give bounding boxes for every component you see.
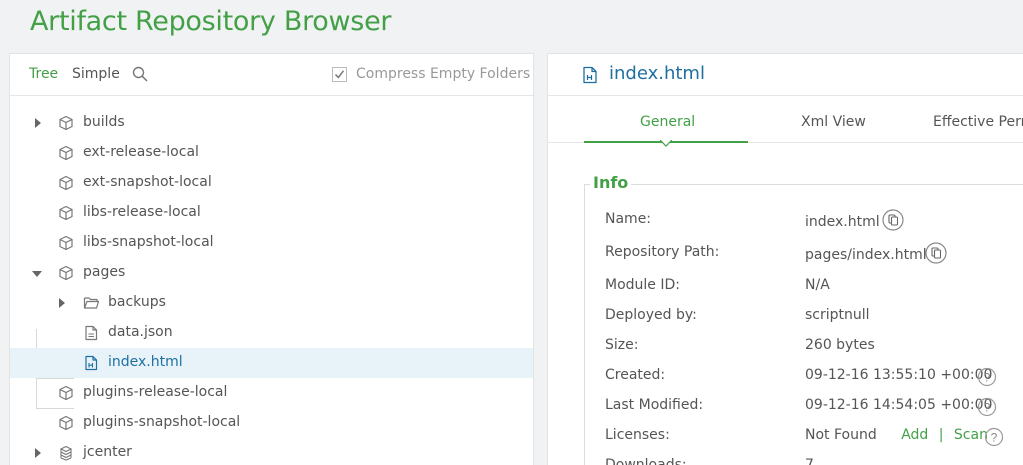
package-icon (58, 385, 74, 401)
last-modified-value: 09-12-16 14:54:05 +00:00 (805, 397, 993, 413)
package-icon (58, 235, 74, 251)
license-link-separator: | (938, 427, 944, 443)
package-icon (58, 265, 74, 281)
licenses-status: Not Found (805, 427, 877, 443)
tree-item-label: ext-snapshot-local (83, 174, 212, 190)
tree-view-toggle[interactable]: Tree (29, 66, 58, 82)
collapse-arrow-icon[interactable] (31, 267, 43, 279)
copy-name-icon[interactable] (882, 209, 904, 231)
package-icon (58, 415, 74, 431)
deployed-by-label: Deployed by: (605, 307, 697, 323)
page-title: Artifact Repository Browser (30, 6, 392, 37)
tree-item-builds[interactable]: builds (10, 108, 533, 138)
tree-toolbar: Tree Simple Compress Empty Folders (10, 54, 533, 96)
tree-item-plugins-release-local[interactable]: plugins-release-local (10, 378, 533, 408)
active-tab-caret (660, 140, 672, 147)
artifact-detail-panel: index.html General Xml View Effective Pe… (547, 53, 1023, 465)
tree-item-label: ext-release-local (83, 144, 199, 160)
svg-text:?: ? (991, 431, 998, 445)
created-value: 09-12-16 13:55:10 +00:00 (805, 367, 993, 383)
downloads-label: Downloads: (605, 457, 687, 465)
created-label: Created: (605, 367, 666, 383)
licenses-value: Not Found Add | Scan (805, 427, 988, 443)
tree-item-label: jcenter (83, 444, 132, 460)
tree-item-ext-release-local[interactable]: ext-release-local (10, 138, 533, 168)
expand-arrow-icon[interactable] (33, 447, 43, 459)
tree-item-libs-snapshot-local[interactable]: libs-snapshot-local (10, 228, 533, 258)
package-icon (58, 145, 74, 161)
tab-effective-permissions[interactable]: Effective Perm (933, 114, 1023, 130)
size-value: 260 bytes (805, 337, 875, 353)
tree-item-label: plugins-release-local (83, 384, 228, 400)
repository-tree-panel: Tree Simple Compress Empty Folders build… (9, 53, 534, 465)
detail-tabs: General Xml View Effective Perm (548, 96, 1023, 147)
package-icon (58, 175, 74, 191)
last-modified-label: Last Modified: (605, 397, 704, 413)
add-license-link[interactable]: Add (901, 427, 928, 443)
tab-general[interactable]: General (640, 114, 695, 130)
info-section-title: Info (590, 173, 632, 192)
tree-item-label: data.json (108, 324, 173, 340)
help-icon[interactable]: ? (977, 397, 997, 417)
tree-item-pages[interactable]: pages (10, 258, 533, 288)
compress-empty-folders-checkbox[interactable] (332, 67, 347, 82)
downloads-value: 7 (805, 457, 814, 465)
help-icon[interactable]: ? (984, 427, 1004, 447)
repository-path-label: Repository Path: (605, 244, 720, 260)
simple-view-toggle[interactable]: Simple (72, 66, 120, 82)
copy-path-icon[interactable] (925, 242, 947, 264)
tree-item-label: index.html (108, 354, 183, 370)
tree-item-label: backups (108, 294, 166, 310)
tree-item-label: libs-snapshot-local (83, 234, 214, 250)
tree-item-backups[interactable]: backups (10, 288, 533, 318)
repository-path-value: pages/index.html (805, 247, 927, 263)
size-label: Size: (605, 337, 639, 353)
search-icon[interactable] (132, 66, 148, 82)
svg-text:?: ? (984, 401, 991, 415)
expand-arrow-icon[interactable] (33, 117, 43, 129)
expand-arrow-icon[interactable] (57, 297, 67, 309)
compress-empty-folders-label[interactable]: Compress Empty Folders (356, 66, 530, 82)
module-id-label: Module ID: (605, 277, 680, 293)
folder-icon (83, 295, 100, 311)
package-icon (58, 205, 74, 221)
tree-item-label: pages (83, 264, 126, 280)
html-file-icon (582, 66, 598, 84)
scan-license-link[interactable]: Scan (954, 427, 988, 443)
detail-header: index.html (548, 54, 1023, 96)
package-icon (58, 115, 74, 131)
licenses-label: Licenses: (605, 427, 670, 443)
tree-item-label: builds (83, 114, 125, 130)
tree-item-index-html[interactable]: index.html (10, 348, 533, 378)
deployed-by-value: scriptnull (805, 307, 870, 323)
artifact-title: index.html (609, 63, 705, 84)
tab-xml-view[interactable]: Xml View (801, 114, 866, 130)
tree-item-label: plugins-snapshot-local (83, 414, 241, 430)
tree-item-jcenter[interactable]: jcenter (10, 438, 533, 465)
tree-item-plugins-snapshot-local[interactable]: plugins-snapshot-local (10, 408, 533, 438)
help-icon[interactable]: ? (977, 367, 997, 387)
tree-item-ext-snapshot-local[interactable]: ext-snapshot-local (10, 168, 533, 198)
svg-text:?: ? (984, 371, 991, 385)
tree-item-label: libs-release-local (83, 204, 201, 220)
remote-repo-icon (58, 445, 74, 461)
html-file-icon (83, 355, 99, 371)
module-id-value: N/A (805, 277, 830, 293)
name-label: Name: (605, 211, 652, 227)
file-icon (83, 325, 99, 341)
tree-item-libs-release-local[interactable]: libs-release-local (10, 198, 533, 228)
name-value: index.html (805, 214, 880, 230)
tree-item-data-json[interactable]: data.json (10, 318, 533, 348)
